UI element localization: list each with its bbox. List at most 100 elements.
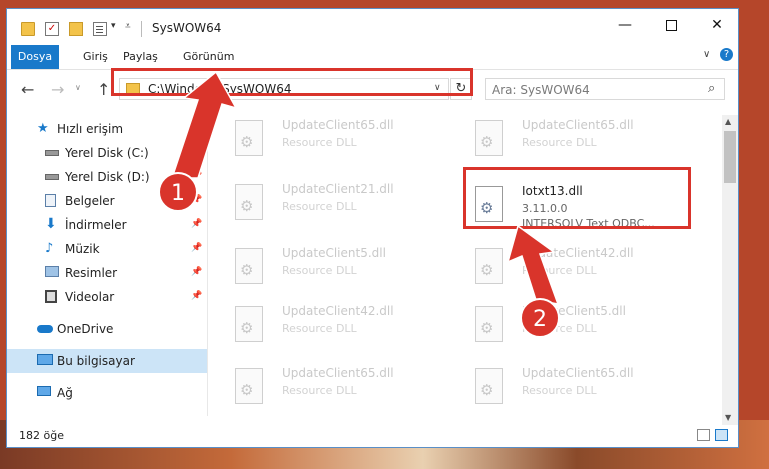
back-button[interactable]: ←	[21, 80, 34, 99]
music-icon: ♪	[45, 241, 54, 256]
chevron-down-icon[interactable]: ▾	[111, 21, 116, 31]
sidebar-item-onedrive[interactable]: OneDrive	[7, 317, 207, 341]
dll-file-icon	[475, 368, 503, 404]
file-name: UpdateClient65.dll	[522, 118, 634, 132]
large-icons-view-icon[interactable]	[715, 429, 728, 441]
close-button[interactable]: ✕	[694, 9, 738, 41]
expand-ribbon-icon[interactable]: ∨	[703, 49, 710, 60]
file-item[interactable]: UpdateClient42.dll Resource DLL	[212, 300, 442, 350]
maximize-icon	[665, 19, 677, 31]
drive-icon	[45, 174, 59, 180]
file-name: UpdateClient65.dll	[282, 118, 394, 132]
new-folder-icon[interactable]	[69, 22, 83, 36]
maximize-button[interactable]	[648, 9, 694, 41]
search-icon[interactable]: ⌕	[708, 81, 715, 96]
scroll-down-icon[interactable]: ▼	[725, 413, 731, 422]
documents-icon	[45, 194, 56, 207]
forward-button[interactable]: →	[51, 80, 64, 99]
tab-file[interactable]: Dosya	[11, 45, 59, 69]
file-name: UpdateClient21.dll	[282, 182, 394, 196]
step-two-badge: 2	[520, 298, 560, 338]
sidebar-item-quick-access[interactable]: ★ Hızlı erişim	[7, 117, 207, 141]
file-item[interactable]: UpdateClient65.dll Resource DLL	[452, 114, 682, 164]
customize-toolbar-icon[interactable]	[93, 22, 107, 36]
pane-divider	[207, 110, 208, 416]
help-icon[interactable]: ?	[720, 48, 733, 61]
sidebar-item-label: Müzik	[65, 242, 100, 256]
sidebar-item-label: Yerel Disk (C:)	[65, 146, 149, 160]
tab-view[interactable]: Görünüm	[183, 45, 234, 69]
file-item[interactable]: UpdateClient21.dll Resource DLL	[212, 178, 442, 228]
dll-file-icon	[235, 368, 263, 404]
file-name: UpdateClient65.dll	[282, 366, 394, 380]
title-divider	[141, 21, 142, 37]
quick-access-dropdown-icon[interactable]: ⩡	[125, 21, 131, 32]
pin-icon[interactable]: 📌	[191, 219, 202, 229]
step-one-badge: 1	[158, 172, 198, 212]
file-item[interactable]: UpdateClient5.dll Resource DLL	[452, 300, 682, 350]
sidebar-item-label: Belgeler	[65, 194, 115, 208]
navigation-pane: ★ Hızlı erişim Yerel Disk (C:) Yerel Dis…	[7, 115, 207, 425]
tab-home[interactable]: Giriş	[83, 45, 108, 69]
file-item[interactable]: UpdateClient65.dll Resource DLL	[212, 114, 442, 164]
file-type: Resource DLL	[282, 322, 357, 335]
file-item[interactable]: UpdateClient65.dll Resource DLL	[452, 362, 682, 412]
file-item[interactable]: UpdateClient65.dll Resource DLL	[212, 362, 442, 412]
up-button[interactable]: ↑	[97, 80, 110, 99]
address-highlight-box	[111, 68, 473, 96]
dll-file-icon	[235, 120, 263, 156]
sidebar-item-label: Videolar	[65, 290, 115, 304]
dll-file-icon	[235, 184, 263, 220]
scroll-thumb[interactable]	[724, 131, 736, 183]
tab-share[interactable]: Paylaş	[123, 45, 158, 69]
sidebar-item-music[interactable]: ♪ Müzik 📌	[7, 237, 207, 261]
computer-icon	[37, 354, 53, 365]
file-type: Resource DLL	[282, 136, 357, 149]
sidebar-item-pictures[interactable]: Resimler 📌	[7, 261, 207, 285]
dll-file-icon	[235, 248, 263, 284]
file-name: UpdateClient42.dll	[522, 246, 634, 260]
pin-icon[interactable]: 📌	[191, 291, 202, 301]
sidebar-item-this-pc[interactable]: Bu bilgisayar	[7, 349, 207, 373]
drive-icon	[45, 150, 59, 156]
vertical-scrollbar[interactable]: ▲ ▼	[722, 115, 738, 425]
file-item[interactable]: UpdateClient5.dll Resource DLL	[212, 242, 442, 292]
recent-locations-icon[interactable]: ∨	[75, 83, 81, 92]
download-icon: ⬇	[45, 216, 57, 232]
status-bar: 182 öğe	[7, 425, 738, 447]
dll-file-icon	[475, 248, 503, 284]
network-icon	[37, 386, 51, 396]
sidebar-item-label: İndirmeler	[65, 218, 127, 232]
sidebar-item-downloads[interactable]: ⬇ İndirmeler 📌	[7, 213, 207, 237]
properties-check-icon[interactable]: ✓	[45, 22, 59, 36]
file-highlight-box	[463, 167, 691, 229]
folder-icon	[21, 22, 35, 36]
dll-file-icon	[475, 120, 503, 156]
search-box[interactable]: ⌕	[485, 78, 725, 100]
search-input[interactable]	[490, 81, 694, 99]
file-type: Resource DLL	[282, 264, 357, 277]
pin-icon[interactable]: 📌	[191, 267, 202, 277]
title-bar: ✓ ▾ ⩡ SysWOW64 — ✕	[7, 9, 738, 45]
details-view-icon[interactable]	[697, 429, 710, 441]
minimize-button[interactable]: —	[602, 9, 648, 41]
sidebar-item-label: Yerel Disk (D:)	[65, 170, 150, 184]
file-type: Resource DLL	[282, 384, 357, 397]
sidebar-item-local-disk-c[interactable]: Yerel Disk (C:)	[7, 141, 207, 165]
file-item[interactable]: UpdateClient42.dll Resource DLL	[452, 242, 682, 292]
scroll-up-icon[interactable]: ▲	[725, 117, 731, 126]
dll-file-icon	[475, 306, 503, 342]
sidebar-item-label: Resimler	[65, 266, 118, 280]
file-name: UpdateClient5.dll	[282, 246, 386, 260]
sidebar-item-videos[interactable]: Videolar 📌	[7, 285, 207, 309]
file-type: Resource DLL	[522, 136, 597, 149]
file-list: UpdateClient65.dll Resource DLL UpdateCl…	[212, 110, 722, 416]
window-title: SysWOW64	[152, 21, 222, 35]
sidebar-item-network[interactable]: Ağ	[7, 381, 207, 405]
file-name: UpdateClient42.dll	[282, 304, 394, 318]
pictures-icon	[45, 266, 59, 277]
pin-icon[interactable]: 📌	[191, 243, 202, 253]
cloud-icon	[37, 325, 53, 333]
videos-icon	[45, 290, 57, 303]
file-type: Resource DLL	[282, 200, 357, 213]
